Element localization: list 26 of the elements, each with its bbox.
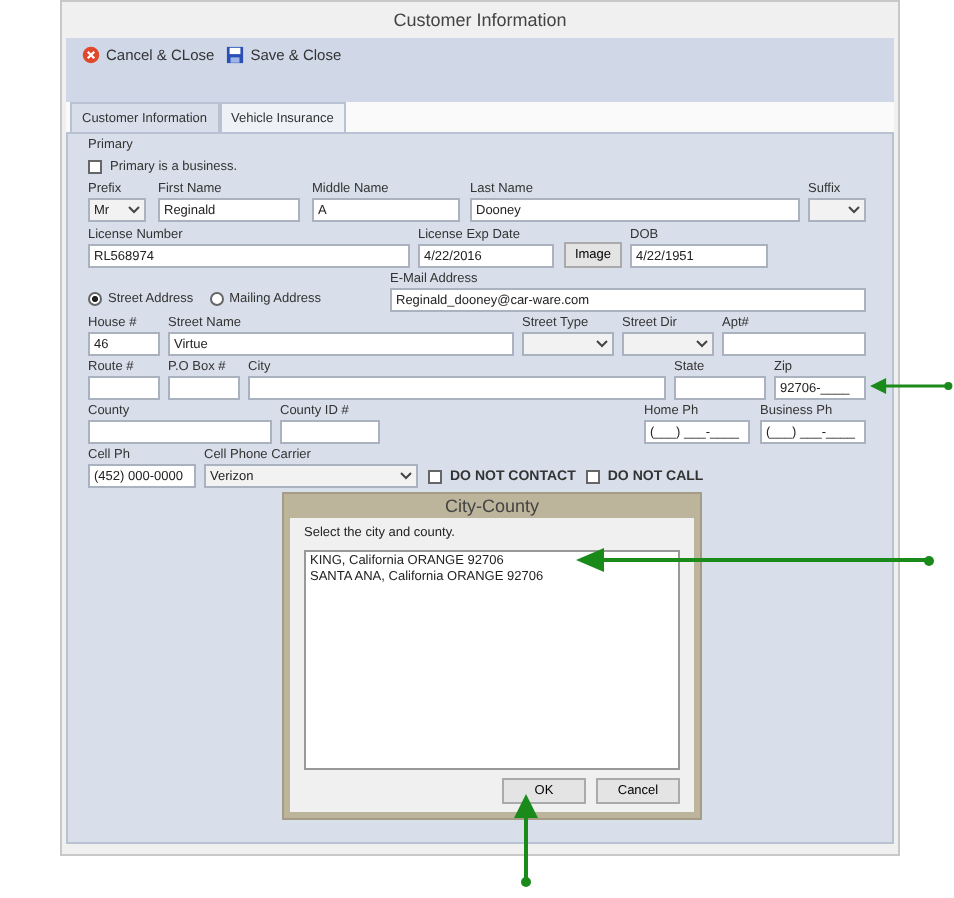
save-icon — [226, 46, 245, 64]
annotation-arrow — [512, 794, 540, 888]
annotation-arrow — [870, 377, 953, 395]
dropdown-field[interactable] — [808, 198, 866, 222]
dialog-title: City-County — [444, 496, 539, 516]
checkbox[interactable] — [585, 469, 600, 483]
radio-button[interactable] — [209, 291, 224, 305]
chevron-down-icon — [696, 340, 708, 348]
input-field[interactable] — [722, 332, 866, 356]
cancel-icon — [82, 46, 100, 64]
chevron-down-icon — [400, 472, 412, 480]
chevron-down-icon — [596, 340, 608, 348]
input-field[interactable] — [674, 376, 766, 400]
window-title: Customer Information — [393, 10, 567, 30]
checkbox[interactable] — [428, 469, 442, 483]
dropdown-field[interactable] — [522, 332, 614, 356]
chevron-down-icon — [848, 206, 860, 214]
checkbox[interactable] — [88, 160, 102, 174]
input-field[interactable] — [248, 376, 666, 400]
chevron-down-icon — [128, 206, 140, 214]
dropdown-field[interactable] — [622, 332, 714, 356]
input-field[interactable] — [88, 420, 272, 444]
input-field[interactable] — [280, 420, 380, 444]
input-field[interactable] — [88, 376, 160, 400]
input-field[interactable] — [168, 376, 240, 400]
radio-button[interactable] — [88, 291, 102, 305]
